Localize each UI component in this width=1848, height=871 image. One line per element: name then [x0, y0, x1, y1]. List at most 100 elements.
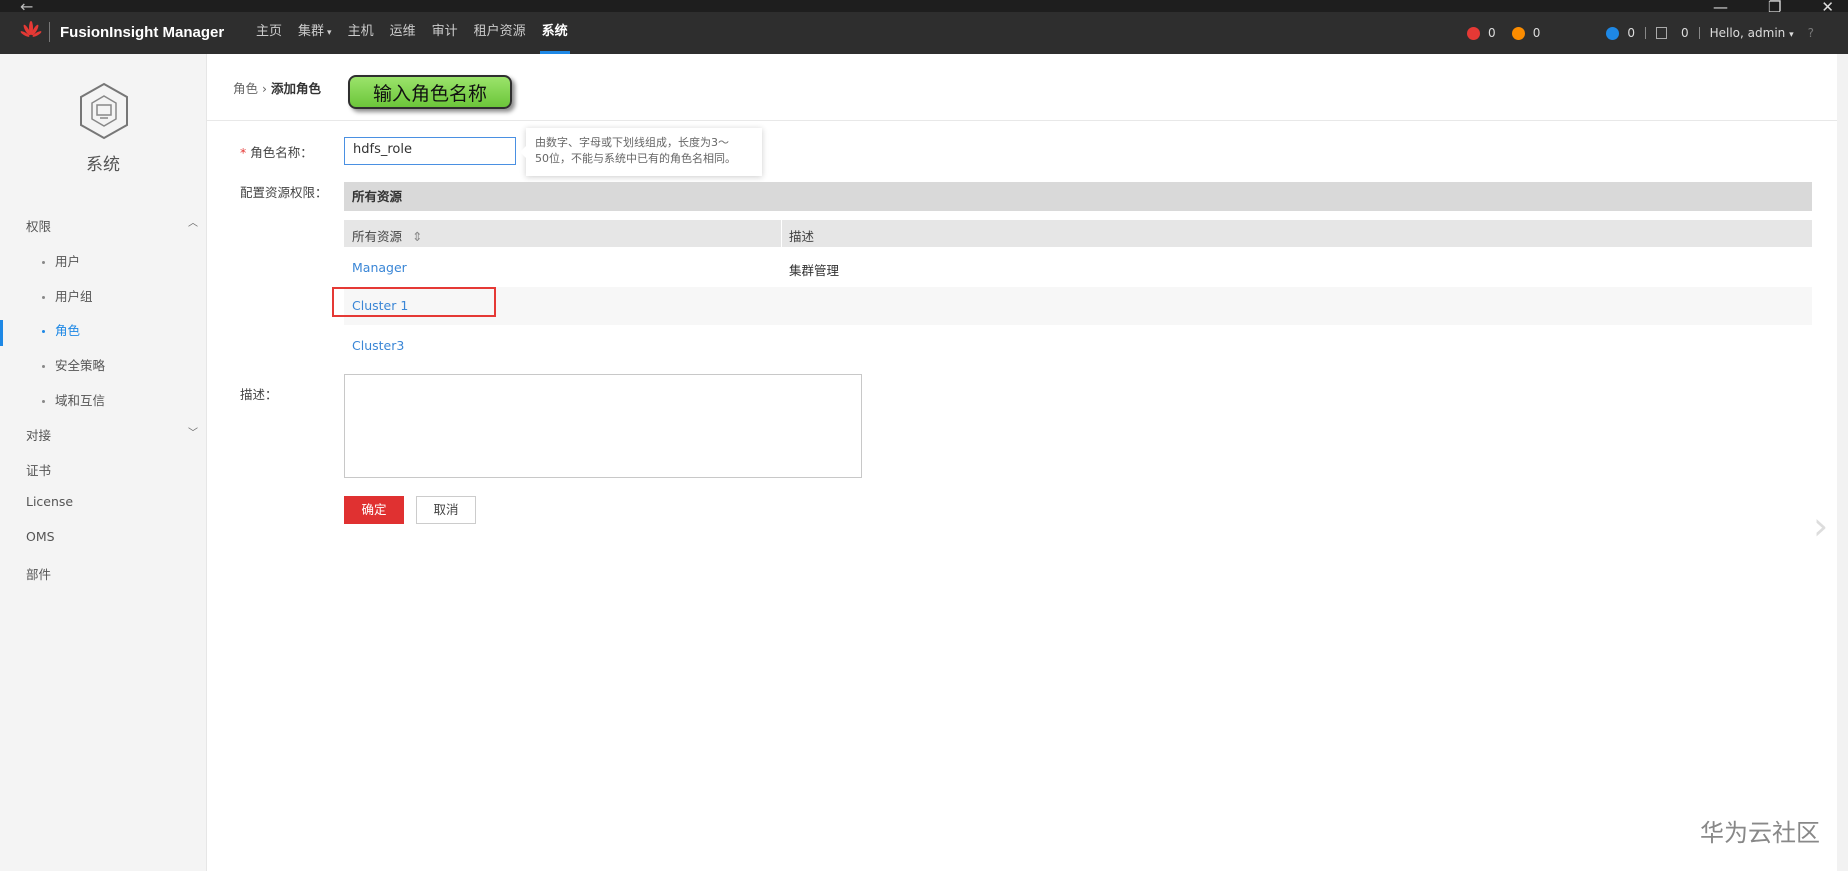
column-header-label: 所有资源	[352, 229, 403, 244]
table-row: Cluster 1	[344, 287, 1812, 325]
sidebar-section-integration[interactable]: 对接	[26, 425, 51, 444]
major-alarm-count[interactable]: 0	[1533, 26, 1541, 40]
info-count[interactable]: 0	[1627, 26, 1635, 40]
sidebar: 系统 权限 ︿ 用户 用户组 角色 安全策略 域和互信 对接 ﹀ 证书 Lice…	[0, 54, 207, 871]
resource-link-cluster3[interactable]: Cluster3	[352, 338, 404, 353]
resource-description: 集群管理	[789, 263, 840, 278]
column-header-description: 描述	[789, 229, 815, 244]
sidebar-item-label: 对接	[26, 428, 52, 443]
bullet-icon	[42, 365, 45, 368]
highlight-box	[332, 287, 496, 317]
nav-home[interactable]: 主页	[248, 0, 290, 54]
info-icon[interactable]	[1606, 26, 1620, 40]
sidebar-item-label: 用户组	[55, 289, 93, 304]
critical-alarm-count[interactable]: 0	[1488, 26, 1496, 40]
resource-link-manager[interactable]: Manager	[352, 260, 407, 275]
description-label: 描述：	[240, 387, 278, 402]
breadcrumb-link-roles[interactable]: 角色	[233, 81, 258, 96]
bullet-icon	[42, 261, 45, 264]
nav-label: 系统	[541, 24, 568, 39]
user-greeting: Hello, admin	[1709, 26, 1786, 40]
task-count[interactable]: 0	[1681, 26, 1689, 40]
help-icon[interactable]: ?	[1808, 26, 1814, 40]
sidebar-item-label: OMS	[26, 529, 55, 544]
logo-divider	[49, 22, 50, 42]
nav-system[interactable]: 系统	[534, 0, 576, 54]
breadcrumb-separator: ›	[262, 81, 267, 96]
right-edge-strip	[1837, 54, 1848, 871]
table-row: Manager 集群管理	[344, 248, 1812, 286]
breadcrumb-bar: 角色 › 添加角色 输入角色名称	[207, 54, 1837, 121]
sidebar-section-permissions[interactable]: 权限	[26, 216, 51, 235]
sidebar-item-certificates[interactable]: 证书	[26, 460, 51, 479]
chevron-down-icon[interactable]: ﹀	[188, 424, 198, 439]
description-textarea[interactable]	[344, 374, 862, 478]
tooltip-line: 由数字、字母或下划线组成，长度为3～	[535, 136, 729, 149]
chevron-right-icon[interactable]: ›	[1813, 504, 1828, 548]
annotation-callout: 输入角色名称	[348, 75, 512, 109]
caret-down-icon: ▾	[327, 28, 332, 38]
sidebar-item-domain-trust[interactable]: 域和互信	[42, 390, 105, 409]
sidebar-item-oms[interactable]: OMS	[26, 529, 55, 544]
system-settings-icon	[80, 82, 128, 140]
sidebar-item-label: 域和互信	[55, 393, 106, 408]
bullet-icon	[42, 330, 45, 333]
sidebar-item-label: License	[26, 494, 74, 509]
cancel-button[interactable]: 取消	[416, 496, 476, 524]
major-alarm-icon[interactable]	[1511, 26, 1525, 40]
sidebar-item-users[interactable]: 用户	[42, 251, 80, 270]
column-divider	[781, 220, 782, 247]
main-nav: 主页 集群 ▾ 主机 运维 审计 租户资源 系统	[248, 0, 576, 54]
chevron-up-icon[interactable]: ︿	[188, 214, 198, 229]
column-header-resource[interactable]: 所有资源 ⇕	[352, 226, 422, 245]
bullet-icon	[42, 400, 45, 403]
sidebar-item-label: 安全策略	[55, 358, 106, 373]
resource-panel-header: 所有资源	[344, 182, 1812, 211]
sidebar-item-security-policy[interactable]: 安全策略	[42, 355, 105, 374]
critical-alarm-icon[interactable]	[1467, 26, 1481, 40]
nav-label: 租户资源	[473, 24, 526, 39]
breadcrumb-current: 添加角色	[270, 81, 321, 96]
nav-label: 运维	[389, 24, 416, 39]
sidebar-item-label: 部件	[26, 567, 52, 582]
sidebar-item-roles[interactable]: 角色	[42, 320, 80, 339]
nav-label: 集群	[298, 24, 325, 39]
nav-hosts[interactable]: 主机	[340, 0, 382, 54]
huawei-logo-icon[interactable]	[20, 20, 42, 42]
confirm-button[interactable]: 确定	[344, 496, 404, 524]
status-area: 0 0 0 0 Hello, admin ▾ ?	[1467, 12, 1848, 54]
nav-label: 主机	[347, 24, 374, 39]
sidebar-item-label: 用户	[55, 254, 81, 269]
divider	[1698, 27, 1700, 39]
role-name-tooltip: 由数字、字母或下划线组成，长度为3～ 50位，不能与系统中已有的角色名相同。	[520, 128, 762, 176]
app-title[interactable]: FusionInsight Manager	[60, 24, 224, 41]
tooltip-line: 50位，不能与系统中已有的角色名相同。	[535, 152, 736, 165]
sidebar-item-label: 权限	[26, 219, 52, 234]
user-menu[interactable]: Hello, admin ▾	[1710, 26, 1794, 40]
role-name-input[interactable]: hdfs_role	[344, 137, 516, 165]
nav-tenant-resources[interactable]: 租户资源	[466, 0, 534, 54]
active-indicator	[0, 320, 3, 346]
role-name-label: * 角色名称：	[240, 142, 313, 161]
nav-cluster[interactable]: 集群 ▾	[290, 0, 340, 54]
nav-label: 主页	[256, 24, 283, 39]
sidebar-item-user-groups[interactable]: 用户组	[42, 286, 93, 305]
breadcrumb: 角色 › 添加角色	[233, 78, 321, 97]
sidebar-title: 系统	[86, 155, 120, 175]
resource-permission-label: 配置资源权限：	[240, 185, 328, 200]
sidebar-item-license[interactable]: License	[26, 494, 73, 509]
top-navigation-bar: ← — ❐ ✕ FusionInsight Manager 主页 集群 ▾ 主机 …	[0, 0, 1848, 54]
nav-audit[interactable]: 审计	[424, 0, 466, 54]
resource-table-header: 所有资源 ⇕ 描述	[344, 220, 1812, 247]
back-arrow-icon[interactable]: ←	[20, 0, 33, 16]
table-row: Cluster3	[344, 326, 1812, 364]
nav-label: 审计	[431, 24, 458, 39]
divider	[1644, 27, 1646, 39]
nav-ops[interactable]: 运维	[382, 0, 424, 54]
sidebar-item-components[interactable]: 部件	[26, 564, 51, 583]
sort-icon[interactable]: ⇕	[412, 229, 422, 244]
sidebar-item-label: 证书	[26, 463, 52, 478]
task-icon[interactable]	[1655, 27, 1667, 39]
caret-down-icon: ▾	[1789, 30, 1794, 40]
required-mark: *	[240, 145, 247, 160]
